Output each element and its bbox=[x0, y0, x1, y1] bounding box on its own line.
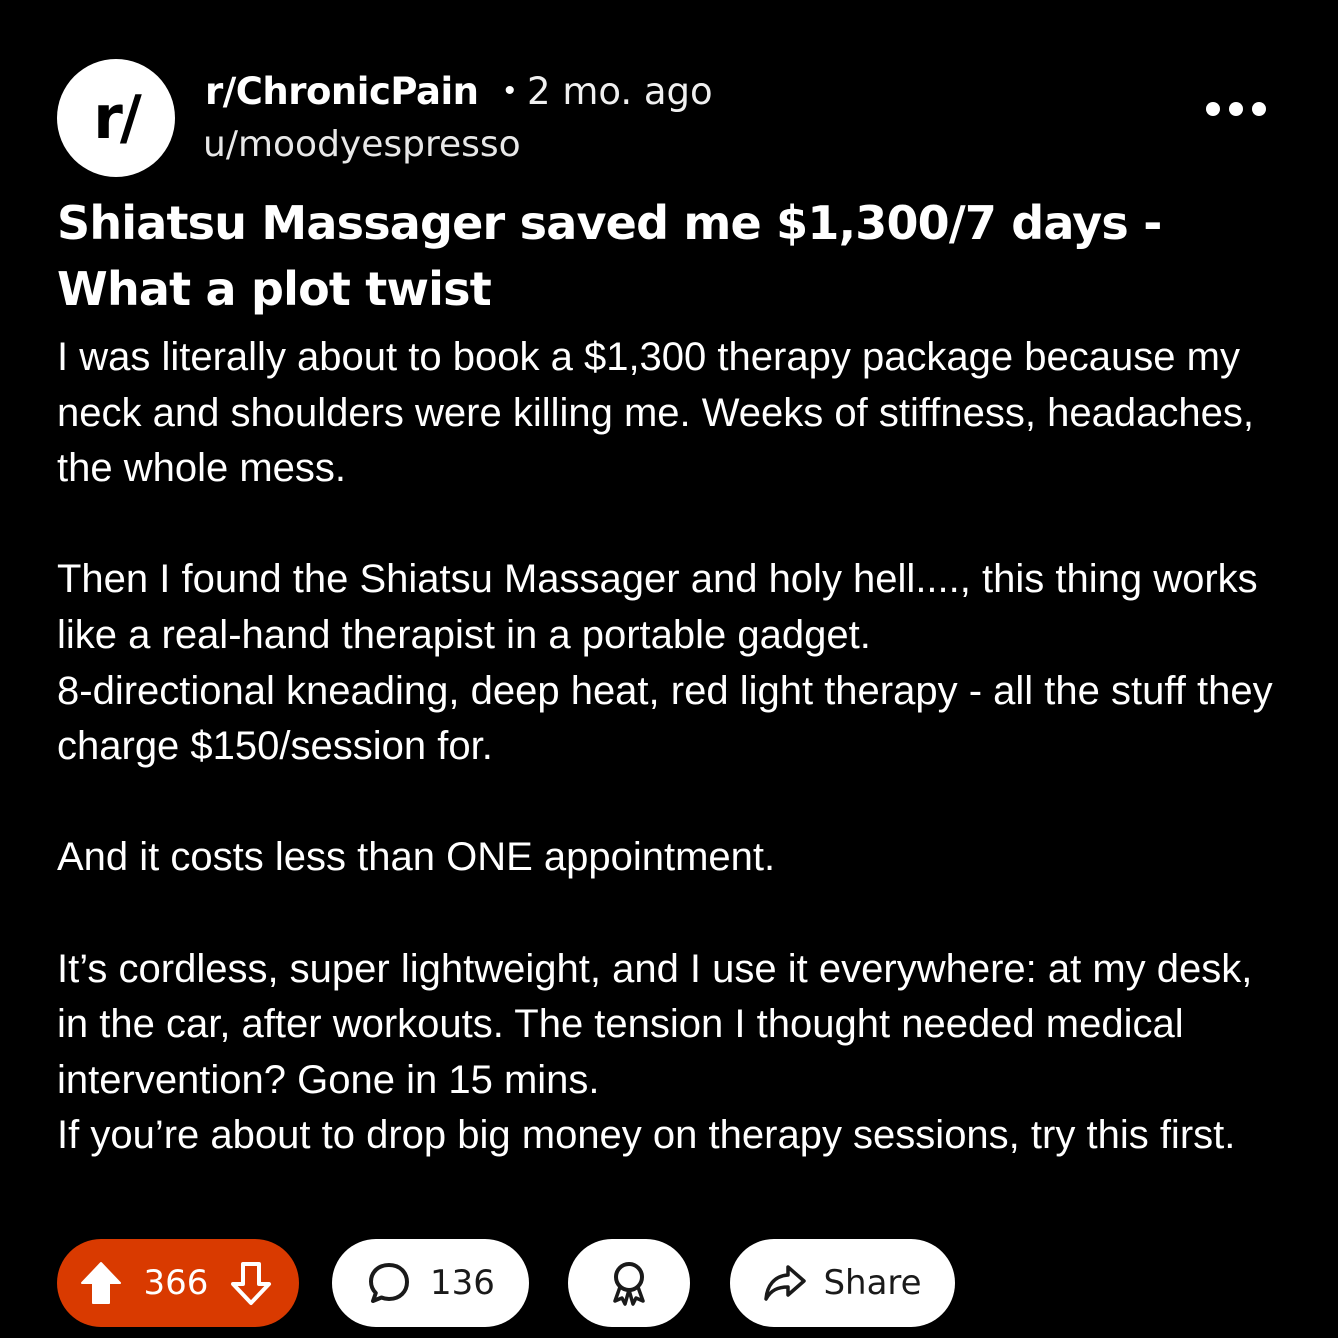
author-username[interactable]: u/moodyespresso bbox=[203, 124, 521, 165]
vote-count: 366 bbox=[143, 1263, 209, 1303]
award-button[interactable] bbox=[568, 1239, 690, 1327]
post-title: Shiatsu Massager saved me $1,300/7 days … bbox=[57, 196, 1162, 316]
share-arrow-icon bbox=[763, 1263, 807, 1303]
more-options-icon[interactable] bbox=[1206, 96, 1266, 122]
post-meta: r/ChronicPain • 2 mo. ago bbox=[205, 66, 713, 116]
post-age: 2 mo. ago bbox=[527, 69, 713, 113]
comment-count: 136 bbox=[430, 1263, 495, 1303]
share-label: Share bbox=[823, 1263, 922, 1303]
award-icon bbox=[607, 1259, 651, 1307]
subreddit-name[interactable]: r/ChronicPain bbox=[205, 70, 479, 113]
downvote-arrow-icon[interactable] bbox=[229, 1260, 273, 1306]
avatar-text: r/ bbox=[93, 83, 141, 153]
meta-separator: • bbox=[504, 74, 516, 107]
vote-pill: 366 bbox=[57, 1239, 299, 1327]
subreddit-avatar[interactable]: r/ bbox=[57, 59, 175, 177]
share-button[interactable]: Share bbox=[730, 1239, 955, 1327]
comments-button[interactable]: 136 bbox=[332, 1239, 529, 1327]
upvote-arrow-icon[interactable] bbox=[79, 1260, 123, 1306]
action-bar: 366 136 Share bbox=[57, 1238, 955, 1328]
comment-bubble-icon bbox=[366, 1260, 412, 1306]
post-body: I was literally about to book a $1,300 t… bbox=[57, 335, 1273, 1158]
